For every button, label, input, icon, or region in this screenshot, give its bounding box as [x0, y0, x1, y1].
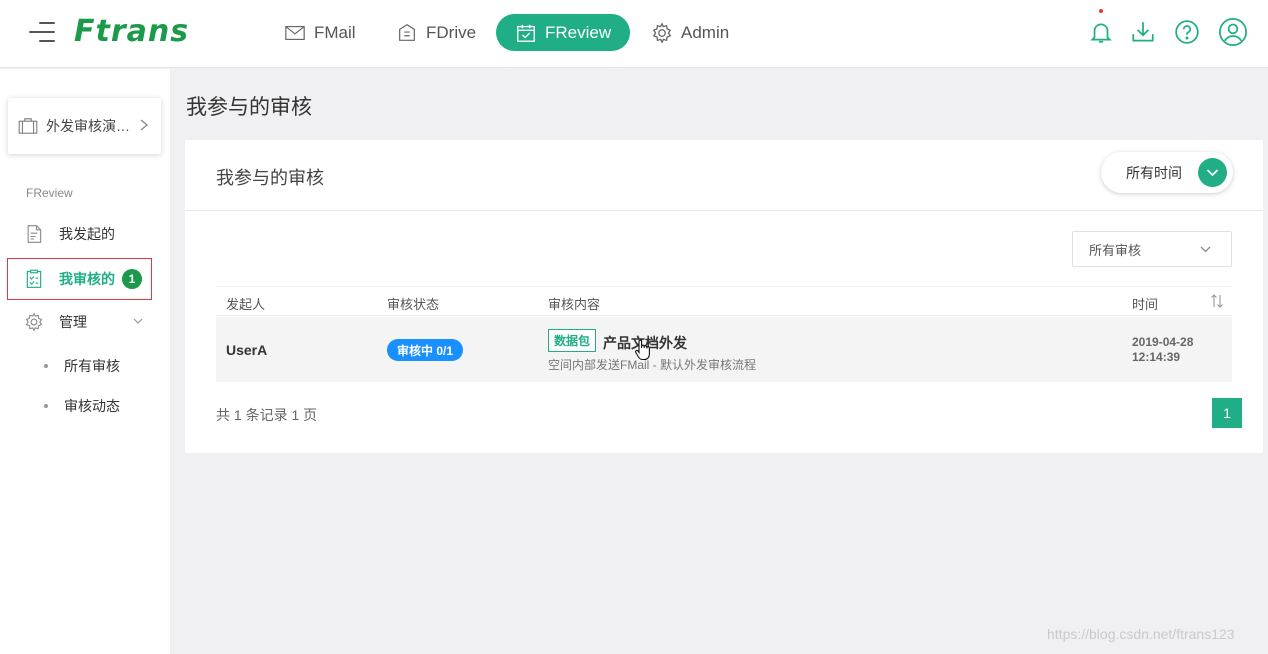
- hand-cursor-icon: [635, 339, 650, 361]
- sidebar-subitem-label: 审核动态: [64, 398, 120, 414]
- section-label: FReview: [26, 186, 73, 200]
- mail-icon: [285, 25, 305, 40]
- sidebar-item-label: 我发起的: [59, 226, 115, 242]
- watermark: https://blog.csdn.net/ftrans123: [1047, 626, 1235, 642]
- time-text: 12:14:39: [1132, 350, 1181, 364]
- type-tag: 数据包: [548, 329, 597, 352]
- sidebar-item-reviewing[interactable]: 我审核的 1: [0, 259, 170, 299]
- date-text: 2019-04-28: [1132, 335, 1194, 349]
- tab-fdrive[interactable]: FDrive: [396, 14, 476, 51]
- column-header-status: 审核状态: [387, 297, 440, 312]
- briefcase-icon: [18, 118, 38, 134]
- tab-admin-label: Admin: [681, 22, 730, 42]
- clipboard-check-icon: [26, 269, 42, 288]
- download-icon[interactable]: [1130, 19, 1156, 45]
- gear-icon: [652, 21, 672, 44]
- notification-dot: [1099, 9, 1103, 13]
- review-card: 我参与的审核 所有时间 所有审核 发起人 审核状态 审核内容 时间 UserA …: [185, 140, 1263, 453]
- calendar-check-icon: [517, 24, 535, 42]
- sidebar-subitem-label: 所有审核: [64, 358, 120, 374]
- sidebar-item-manage[interactable]: 管理: [0, 302, 170, 342]
- gear-icon: [25, 312, 43, 332]
- chevron-down-icon: [1206, 169, 1219, 177]
- tab-freview-label: FReview: [545, 22, 612, 42]
- table-header: 发起人 审核状态 审核内容 时间: [216, 286, 1232, 316]
- review-filter-select[interactable]: 所有审核: [1072, 231, 1232, 267]
- column-header-initiator: 发起人: [226, 297, 266, 312]
- time-cell: 2019-04-28 12:14:39: [1132, 335, 1193, 365]
- help-icon[interactable]: [1174, 19, 1200, 45]
- bullet-dot: [44, 404, 48, 408]
- project-name: 外发审核演…: [46, 118, 130, 134]
- review-filter-value: 所有审核: [1089, 242, 1142, 258]
- review-subtitle: 空间内部发送FMail - 默认外发审核流程: [548, 358, 756, 372]
- drive-icon: [399, 23, 415, 41]
- sidebar-item-label: 我审核的: [59, 271, 115, 287]
- user-icon[interactable]: [1218, 17, 1248, 47]
- chevron-right-icon: [140, 119, 149, 131]
- sidebar-item-initiated[interactable]: 我发起的: [0, 214, 170, 254]
- card-title: 我参与的审核: [216, 168, 324, 188]
- card-header: 我参与的审核 所有时间: [185, 140, 1263, 211]
- bullet-dot: [44, 364, 48, 368]
- time-filter-toggle[interactable]: [1198, 158, 1227, 187]
- tab-freview[interactable]: FReview: [496, 14, 631, 51]
- pagination-summary: 共 1 条记录 1 页: [216, 407, 318, 423]
- time-filter-label: 所有时间: [1126, 164, 1182, 181]
- sidebar-item-label: 管理: [59, 314, 87, 330]
- count-badge: 1: [122, 269, 142, 289]
- tab-admin[interactable]: Admin: [651, 14, 729, 51]
- document-icon: [27, 225, 42, 243]
- sort-icon[interactable]: [1210, 294, 1224, 308]
- page-title: 我参与的审核: [186, 96, 312, 119]
- app-logo[interactable]: Ftrans: [74, 14, 189, 49]
- tab-fmail-label: FMail: [314, 22, 356, 42]
- table-row[interactable]: UserA 审核中 0/1 数据包 产品文档外发 空间内部发送FMail - 默…: [216, 317, 1232, 382]
- project-selector[interactable]: 外发审核演…: [8, 98, 161, 154]
- bell-icon[interactable]: [1088, 19, 1114, 45]
- sidebar-subitem-review-activity[interactable]: 审核动态: [44, 396, 120, 416]
- sidebar-subitem-all-reviews[interactable]: 所有审核: [44, 356, 120, 376]
- column-header-time: 时间: [1132, 297, 1159, 312]
- chevron-down-icon: [1200, 246, 1211, 253]
- sidebar: 外发审核演… FReview 我发起的 我审核的 1 管理 所有审核 审核动态: [0, 69, 170, 654]
- status-badge: 审核中 0/1: [387, 339, 464, 361]
- column-header-content: 审核内容: [548, 297, 601, 312]
- page-button-1[interactable]: 1: [1212, 398, 1242, 428]
- time-filter-button[interactable]: 所有时间: [1101, 152, 1233, 193]
- tab-fdrive-label: FDrive: [426, 22, 477, 42]
- initiator-cell: UserA: [226, 342, 268, 358]
- chevron-down-icon[interactable]: [133, 317, 143, 325]
- top-navbar: Ftrans FMail FDrive FReview Admin: [0, 0, 1268, 68]
- hamburger-menu-icon[interactable]: [29, 22, 55, 44]
- tab-fmail[interactable]: FMail: [284, 14, 356, 51]
